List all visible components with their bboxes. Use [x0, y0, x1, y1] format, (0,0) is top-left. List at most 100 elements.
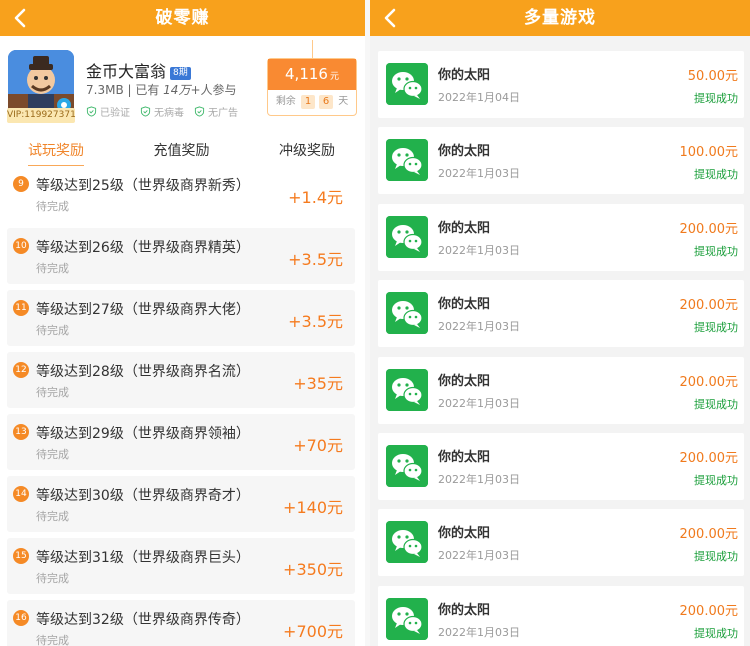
shield-check-icon	[194, 106, 205, 117]
shield-check-icon	[86, 106, 97, 117]
game-name: 你的太阳	[438, 144, 491, 160]
withdrawal-amount: 200.00元	[679, 374, 739, 390]
task-status: 待完成	[36, 634, 69, 646]
withdrawal-row[interactable]: 你的太阳 2022年1月03日 200.00元 提现成功	[378, 509, 744, 577]
withdrawal-row[interactable]: 你的太阳 2022年1月03日 200.00元提现成功	[378, 280, 744, 348]
withdrawal-status: 提现成功	[694, 397, 738, 411]
task-reward: +350元	[283, 560, 343, 579]
right-screen: 多量游戏 你的太阳 2022年1月04日 50.00元 提现成功 你的太阳 2022年1月…	[370, 0, 750, 646]
reward-amount-value: 4,116	[285, 65, 328, 83]
withdrawal-status: 提现成功	[694, 168, 738, 182]
tab-trial-reward[interactable]: 试玩奖励	[28, 140, 84, 167]
back-chevron-icon[interactable]	[378, 5, 404, 31]
game-name: 你的太阳	[438, 297, 491, 313]
task-list: 9 等级达到25级（世界级商界新秀） 待完成 +1.4元 10 等级达到26级（世界级商界…	[7, 166, 355, 646]
task-row[interactable]: 11 等级达到27级（世界级商界大佬） 待完成 +3.5元	[7, 290, 355, 346]
remain-label: 剩余	[275, 96, 296, 107]
participant-suffix: 人参与	[200, 83, 237, 97]
tab-recharge-reward[interactable]: 充值奖励	[154, 140, 210, 164]
game-name: 你的太阳	[438, 68, 491, 83]
withdrawal-row[interactable]: 你的太阳 2022年1月04日 50.00元提现成功	[378, 51, 744, 118]
app-size: 7.3MB | 已有	[86, 83, 164, 97]
reward-box: 4,116 元 剩余 16 天	[267, 58, 357, 116]
wechat-icon	[386, 63, 428, 105]
task-reward: +1.4元	[288, 188, 343, 207]
withdrawal-status: 提现成功	[694, 550, 738, 564]
wechat-icon	[386, 139, 428, 182]
withdrawal-row[interactable]: 你的太阳 2022年1月03日 100.00元 提现成功	[378, 127, 744, 195]
wechat-icon	[386, 521, 428, 564]
task-number: 14	[13, 486, 29, 502]
withdrawal-date: 2022年1月03日	[438, 320, 520, 334]
game-name: 你的太阳	[438, 602, 491, 618]
task-status: 待完成	[36, 262, 69, 275]
withdrawal-amount: 200.00元	[679, 603, 739, 619]
game-name: 你的太阳	[438, 449, 491, 465]
page-title: 破零赚	[155, 8, 210, 28]
task-row[interactable]: 13 等级达到29级（世界级商界领袖） 待完成 +70元	[7, 414, 355, 470]
game-name: 你的太阳	[438, 220, 491, 236]
task-number: 9	[13, 176, 29, 192]
task-reward: +70元	[293, 436, 343, 455]
badge-label: 已验证	[100, 108, 130, 119]
task-row[interactable]: 14 等级达到30级（世界级商界奇才） 待完成 +140元	[7, 476, 355, 532]
task-status: 待完成	[36, 510, 69, 523]
reward-unit: 元	[329, 72, 339, 82]
vip-id: VIP:119927371	[7, 108, 76, 123]
withdrawal-date: 2022年1月03日	[438, 243, 520, 257]
shield-check-icon	[140, 106, 151, 117]
task-reward: +35元	[293, 374, 343, 393]
task-row[interactable]: 16 等级达到32级（世界级商界传奇） 待完成 +700元	[7, 600, 355, 646]
badge-verified: 已验证	[86, 104, 130, 119]
back-chevron-icon[interactable]	[8, 5, 34, 31]
wechat-icon	[386, 292, 428, 335]
task-row[interactable]: 15 等级达到31级（世界级商界巨头） 待完成 +350元	[7, 538, 355, 594]
task-row[interactable]: 9 等级达到25级（世界级商界新秀） 待完成 +1.4元	[7, 166, 355, 222]
reward-amount: 4,116 元	[268, 59, 356, 90]
task-name: 等级达到32级（世界级商界传奇）	[36, 612, 250, 628]
task-status: 待完成	[36, 200, 69, 213]
task-name: 等级达到31级（世界级商界巨头）	[36, 550, 250, 566]
reward-remaining: 剩余 16 天	[268, 90, 356, 114]
task-row[interactable]: 12 等级达到28级（世界级商界名流） 待完成 +35元	[7, 352, 355, 408]
withdrawal-row[interactable]: 你的太阳 2022年1月03日 200.00元提现成功	[378, 203, 744, 271]
period-badge: 8期	[170, 67, 191, 80]
withdrawal-row[interactable]: 你的太阳 2022年1月03日 200.00元提现成功	[378, 356, 744, 424]
task-name: 等级达到28级（世界级商界名流）	[36, 364, 250, 380]
app-name: 金币大富翁 8期	[86, 58, 191, 82]
withdrawal-row[interactable]: 你的太阳 2022年1月03日 200.00元 提现成功	[378, 585, 744, 646]
withdrawal-date: 2022年1月03日	[438, 167, 520, 181]
header-bar: 多量游戏	[370, 0, 750, 36]
participant-count: 14万+	[163, 83, 201, 97]
wechat-icon	[386, 597, 428, 640]
task-name: 等级达到30级（世界级商界奇才）	[36, 488, 250, 504]
reward-connector	[312, 40, 313, 58]
withdrawal-amount: 200.00元	[679, 450, 739, 466]
withdrawal-date: 2022年1月04日	[438, 91, 520, 104]
header-bar: 破零赚	[0, 0, 365, 36]
wechat-icon	[386, 215, 428, 258]
withdrawal-amount: 200.00元	[679, 221, 739, 237]
task-reward: +700元	[283, 622, 343, 641]
badge-label: 无广告	[208, 108, 238, 119]
withdrawal-status: 提现成功	[694, 244, 738, 258]
withdrawal-status: 提现成功	[694, 92, 738, 105]
withdrawal-list: 你的太阳 2022年1月04日 50.00元 提现成功 你的太阳 2022年1月03日 10…	[378, 51, 744, 646]
remain-digit-2: 6	[319, 95, 333, 109]
remain-digit-1: 1	[301, 95, 315, 109]
app-icon	[8, 50, 74, 116]
wechat-icon	[386, 444, 428, 487]
game-name: 你的太阳	[438, 373, 491, 389]
withdrawal-status: 提现成功	[694, 321, 738, 335]
reward-tabs: 试玩奖励 充值奖励 冲级奖励	[0, 140, 365, 167]
task-number: 13	[13, 424, 29, 440]
withdrawal-amount: 50.00元	[687, 69, 738, 84]
task-row[interactable]: 10 等级达到26级（世界级商界精英） 待完成 +3.5元	[7, 228, 355, 284]
withdrawal-row[interactable]: 你的太阳 2022年1月03日 200.00元 提现成功	[378, 432, 744, 500]
task-name: 等级达到27级（世界级商界大佬）	[36, 302, 250, 318]
withdrawal-amount: 200.00元	[679, 298, 739, 314]
task-number: 12	[13, 362, 29, 378]
withdrawal-date: 2022年1月03日	[438, 549, 520, 563]
withdrawal-date: 2022年1月03日	[438, 396, 520, 410]
tab-level-reward[interactable]: 冲级奖励	[279, 140, 335, 164]
